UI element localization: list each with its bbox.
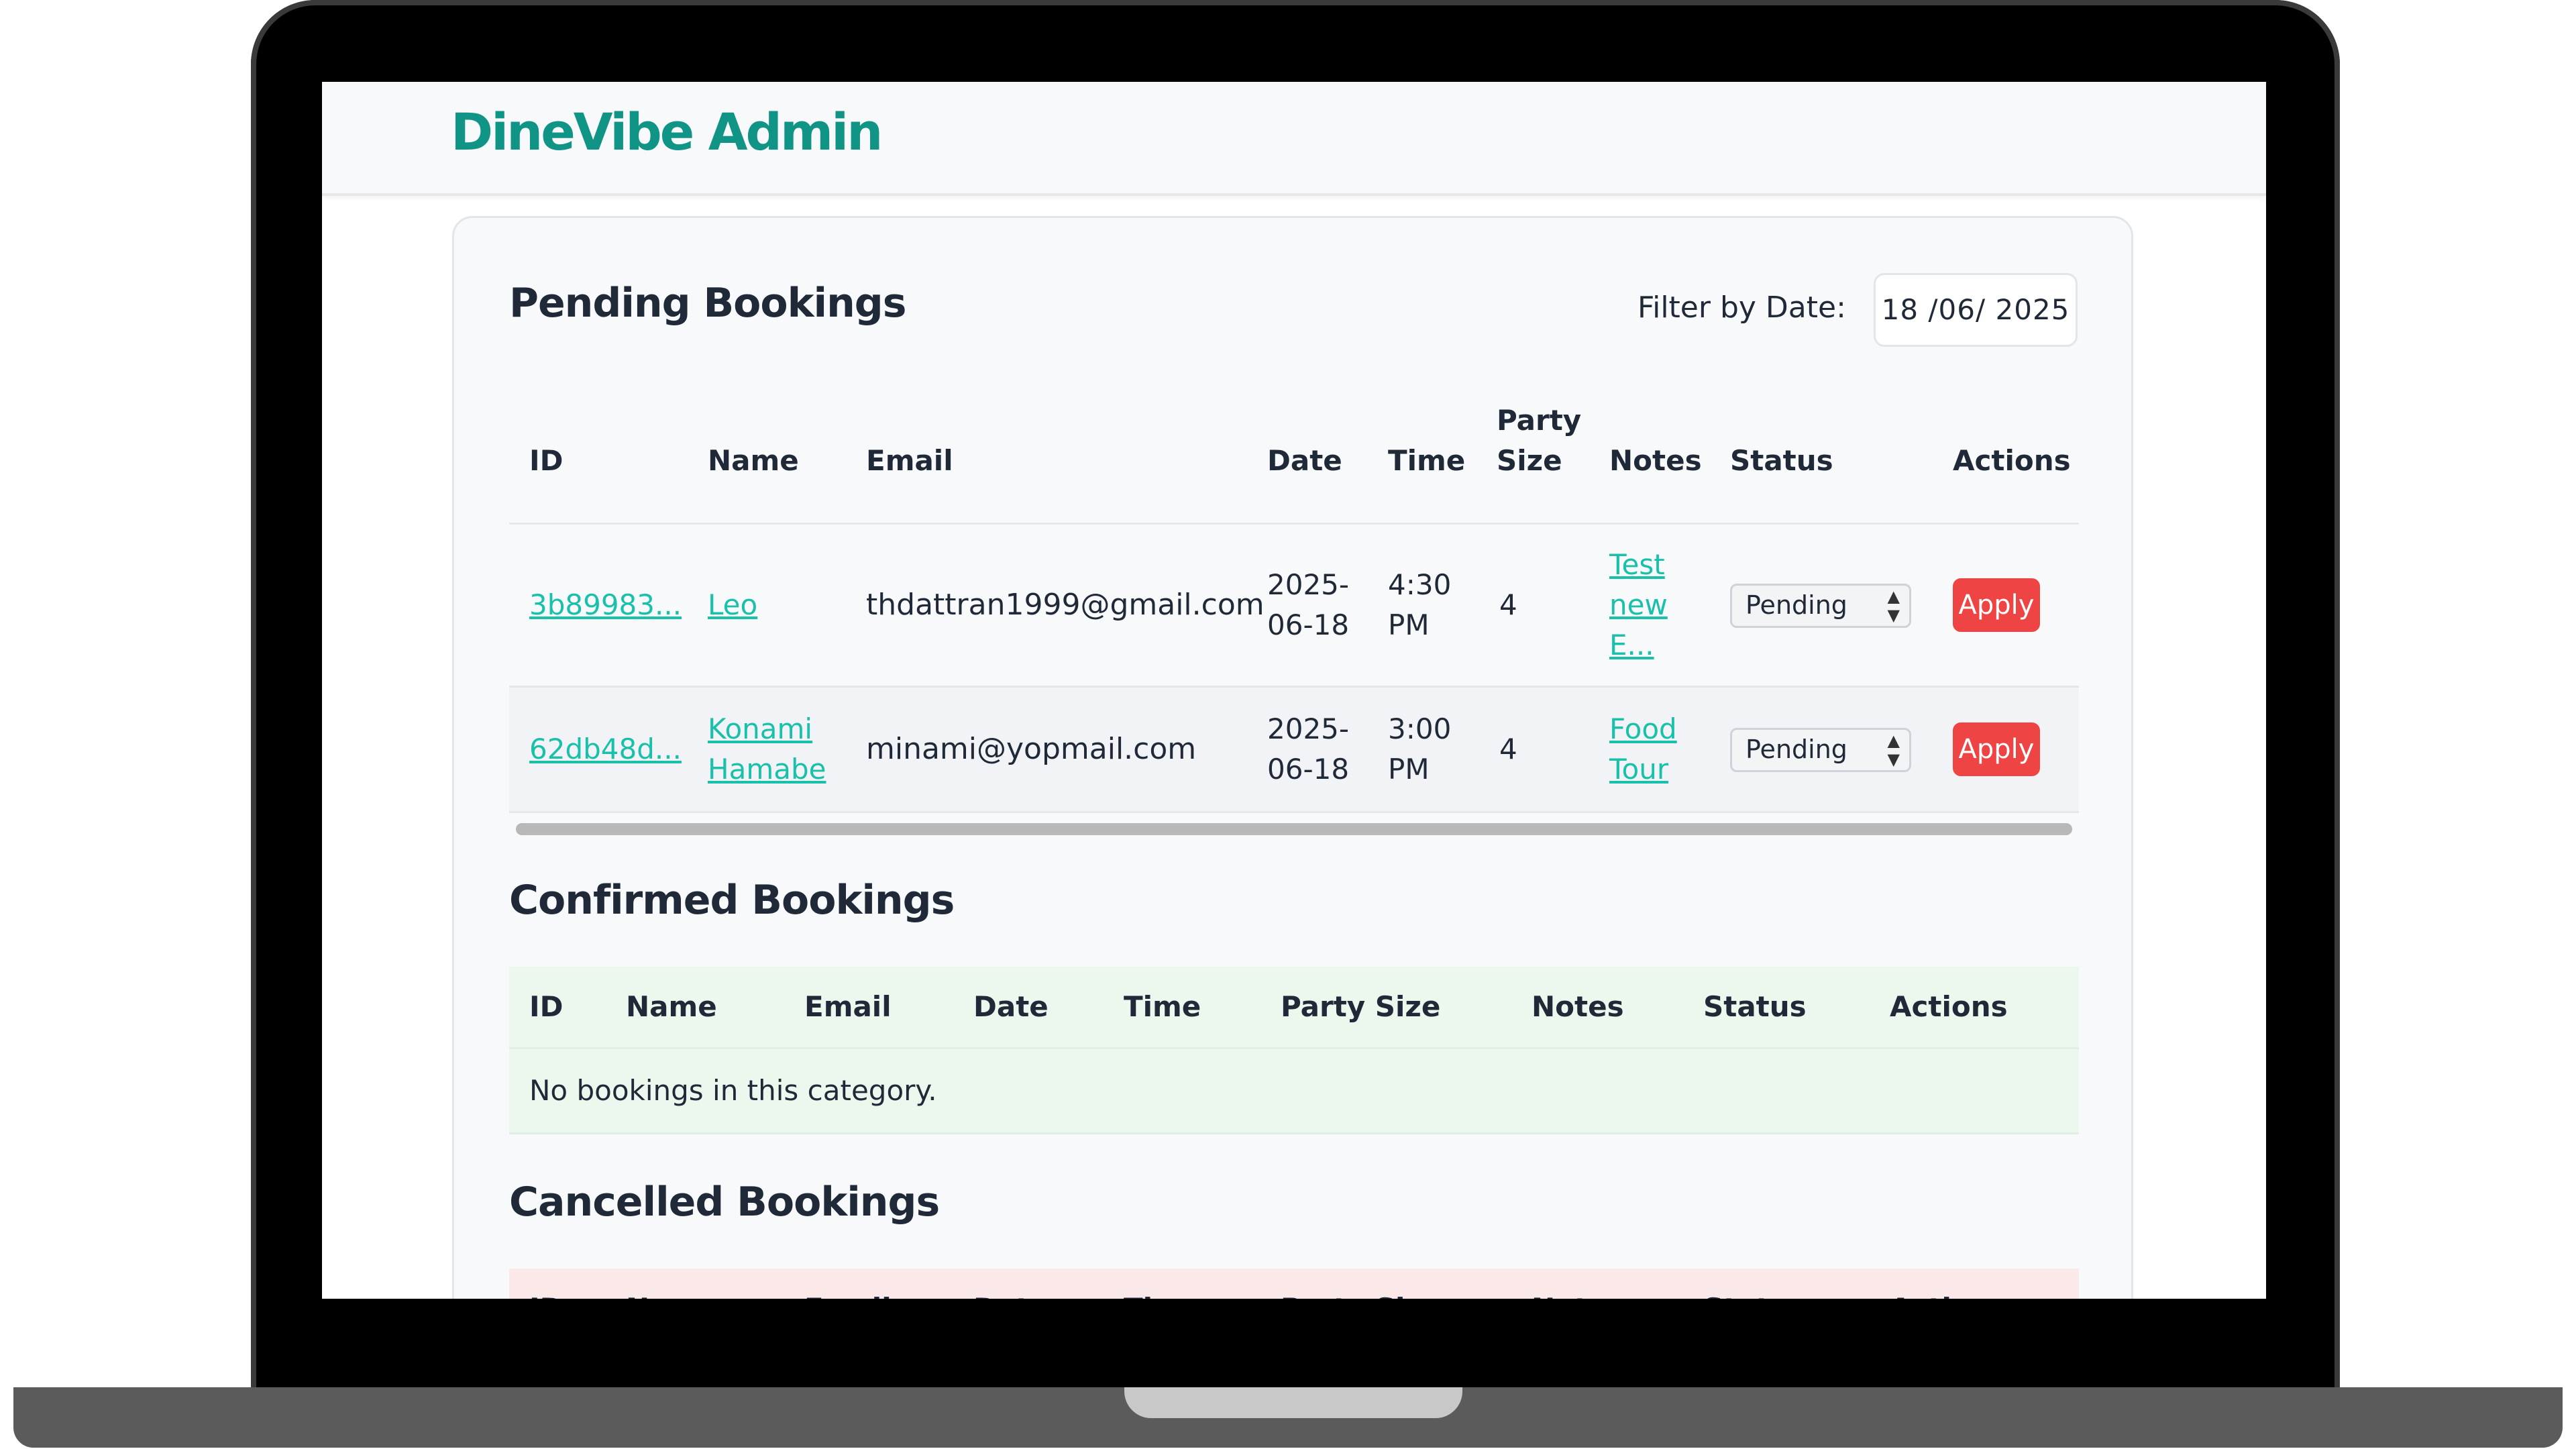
col-header-actions: Actions bbox=[1890, 990, 2008, 1023]
booking-notes-link-2[interactable]: Tour bbox=[1609, 749, 1668, 790]
status-select-value: Pending bbox=[1746, 590, 1847, 620]
col-header-email: Email bbox=[804, 1289, 892, 1299]
col-header-name: Name bbox=[626, 990, 717, 1023]
booking-name-link[interactable]: Leo bbox=[708, 585, 757, 625]
booking-party-size: 4 bbox=[1499, 588, 1517, 621]
table-row: No bookings in this category. bbox=[509, 1049, 2079, 1134]
apply-button[interactable]: Apply bbox=[1953, 722, 2040, 776]
col-header-date: Date bbox=[973, 1289, 1049, 1299]
laptop-notch bbox=[1124, 1387, 1462, 1418]
col-header-email: Email bbox=[804, 990, 892, 1023]
booking-id-link[interactable]: 62db48d... bbox=[529, 729, 682, 769]
apply-button[interactable]: Apply bbox=[1953, 578, 2040, 632]
booking-email: minami@yopmail.com bbox=[866, 732, 1197, 766]
booking-time-1: 3:00 bbox=[1388, 712, 1452, 745]
status-select[interactable]: Pending ▲ ▼ bbox=[1730, 584, 1911, 628]
col-header-email: Email bbox=[866, 444, 953, 477]
booking-notes-link-3[interactable]: E... bbox=[1609, 625, 1654, 665]
cancelled-table: ID Name Email Date Time Party Size Notes… bbox=[509, 1269, 2079, 1299]
cancelled-table-header: ID Name Email Date Time Party Size Notes… bbox=[509, 1269, 2079, 1299]
booking-notes-link-1[interactable]: Test bbox=[1609, 545, 1665, 585]
col-header-date: Date bbox=[1267, 444, 1342, 477]
confirmed-table-header: ID Name Email Date Time Party Size Notes… bbox=[509, 967, 2079, 1049]
col-header-party-size-2: Size bbox=[1497, 444, 1562, 477]
col-header-actions: Actions bbox=[1890, 1289, 2008, 1299]
booking-time-2: PM bbox=[1388, 753, 1430, 786]
col-header-id: ID bbox=[529, 990, 564, 1023]
select-arrows-icon: ▲ ▼ bbox=[1887, 731, 1900, 769]
col-header-actions: Actions bbox=[1953, 444, 2071, 477]
col-header-time: Time bbox=[1388, 444, 1466, 477]
col-header-status: Status bbox=[1703, 1289, 1807, 1299]
brand-logo[interactable]: DineVibe Admin bbox=[451, 102, 883, 162]
booking-date-1: 2025- bbox=[1267, 712, 1350, 745]
booking-notes-link-2[interactable]: new bbox=[1609, 585, 1668, 625]
booking-time-1: 4:30 bbox=[1388, 568, 1452, 601]
navbar: DineVibe Admin bbox=[322, 82, 2266, 196]
bookings-card: Pending Bookings Filter by Date: 18 /06/… bbox=[452, 216, 2133, 1299]
booking-name-link-1[interactable]: Konami bbox=[708, 709, 812, 749]
col-header-notes: Notes bbox=[1609, 444, 1702, 477]
booking-notes-link-1[interactable]: Food bbox=[1609, 709, 1677, 749]
browser-viewport: DineVibe Admin Pending Bookings Filter b… bbox=[322, 82, 2266, 1299]
booking-date-2: 06-18 bbox=[1267, 608, 1350, 641]
empty-message: No bookings in this category. bbox=[529, 1074, 937, 1107]
status-select-value: Pending bbox=[1746, 735, 1847, 764]
table-row: 62db48d... Konami Hamabe minami@yopmail.… bbox=[509, 688, 2079, 813]
col-header-date: Date bbox=[973, 990, 1049, 1023]
col-header-status: Status bbox=[1703, 990, 1807, 1023]
col-header-time: Time bbox=[1124, 1289, 1201, 1299]
pending-table: ID Name Email Date Time Party Size Notes… bbox=[509, 392, 2079, 835]
booking-email: thdattran1999@gmail.com bbox=[866, 588, 1265, 622]
booking-name-link-2[interactable]: Hamabe bbox=[708, 749, 826, 790]
select-arrows-icon: ▲ ▼ bbox=[1887, 587, 1900, 625]
filter-date-input[interactable]: 18 /06/ 2025 bbox=[1874, 273, 2078, 347]
col-header-notes: Notes bbox=[1532, 1289, 1624, 1299]
booking-date-1: 2025- bbox=[1267, 568, 1350, 601]
confirmed-table: ID Name Email Date Time Party Size Notes… bbox=[509, 967, 2079, 1134]
col-header-status: Status bbox=[1730, 444, 1833, 477]
cancelled-section-title: Cancelled Bookings bbox=[509, 1179, 940, 1226]
filter-date-label: Filter by Date: bbox=[1638, 290, 1846, 325]
col-header-id: ID bbox=[529, 1289, 564, 1299]
col-header-party-size-1: Party bbox=[1497, 404, 1582, 437]
booking-id-link[interactable]: 3b89983... bbox=[529, 585, 682, 625]
pending-section-title: Pending Bookings bbox=[509, 280, 906, 327]
col-header-party-size: Party Size bbox=[1281, 990, 1441, 1023]
status-select[interactable]: Pending ▲ ▼ bbox=[1730, 728, 1911, 772]
col-header-name: Name bbox=[708, 444, 799, 477]
col-header-id: ID bbox=[529, 444, 564, 477]
col-header-party-size: Party Size bbox=[1281, 1289, 1440, 1299]
booking-date-2: 06-18 bbox=[1267, 753, 1350, 786]
booking-time-2: PM bbox=[1388, 608, 1430, 641]
booking-party-size: 4 bbox=[1499, 733, 1517, 765]
confirmed-section-title: Confirmed Bookings bbox=[509, 877, 955, 924]
table-horizontal-scrollbar[interactable] bbox=[516, 823, 2072, 835]
table-row: 3b89983... Leo thdattran1999@gmail.com 2… bbox=[509, 525, 2079, 688]
col-header-name: Name bbox=[626, 1289, 717, 1299]
pending-table-header: ID Name Email Date Time Party Size Notes… bbox=[509, 392, 2079, 525]
col-header-notes: Notes bbox=[1532, 990, 1624, 1023]
col-header-time: Time bbox=[1124, 990, 1201, 1023]
